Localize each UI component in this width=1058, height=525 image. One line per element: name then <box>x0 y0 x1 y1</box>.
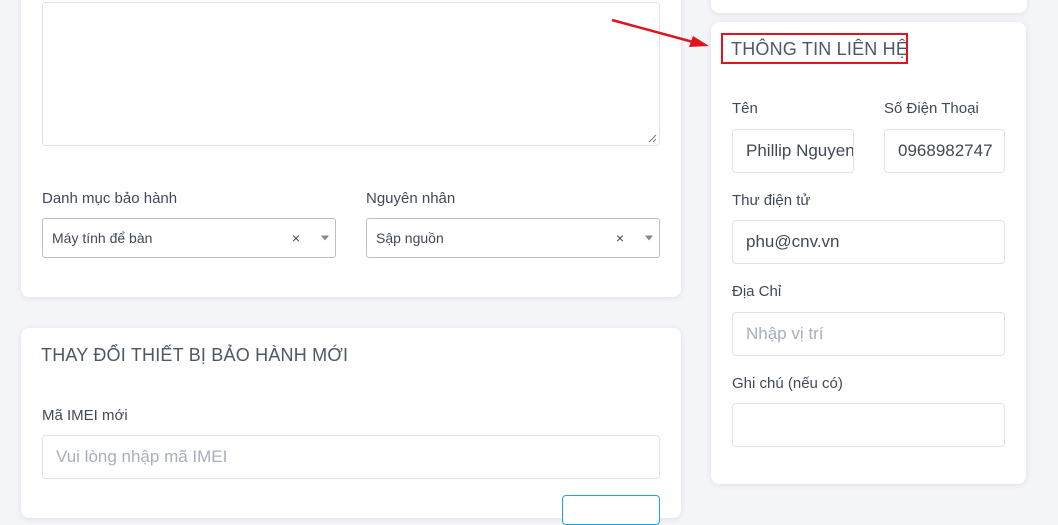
reason-select[interactable]: Sập nguồn × <box>366 218 660 258</box>
category-clear-icon[interactable]: × <box>292 230 300 246</box>
new-device-title: THAY ĐỔI THIẾT BỊ BẢO HÀNH MỚI <box>41 345 349 365</box>
annotation-highlight-box <box>721 33 908 64</box>
reason-value: Sập nguồn <box>376 230 444 246</box>
address-input[interactable]: Nhập vị trí <box>732 312 1005 356</box>
imei-input[interactable]: Vui lòng nhập mã IMEI <box>42 435 660 479</box>
name-label: Tên <box>732 100 758 117</box>
note-input[interactable] <box>732 403 1005 447</box>
submit-button[interactable] <box>562 495 660 525</box>
email-input[interactable]: phu@cnv.vn <box>732 220 1005 264</box>
reason-caret-icon[interactable] <box>645 235 653 241</box>
category-select[interactable]: Máy tính để bàn × <box>42 218 336 258</box>
phone-input[interactable]: 0968982747 <box>884 129 1005 173</box>
phone-label: Số Điện Thoại <box>884 100 979 117</box>
imei-label: Mã IMEI mới <box>42 407 128 424</box>
name-input[interactable]: Phillip Nguyen <box>732 129 854 173</box>
description-textarea[interactable] <box>42 2 660 146</box>
new-device-card: THAY ĐỔI THIẾT BỊ BẢO HÀNH MỚI Mã IMEI m… <box>21 328 681 525</box>
address-label: Địa Chỉ <box>732 283 782 300</box>
category-caret-icon[interactable] <box>321 235 329 241</box>
reason-clear-icon[interactable]: × <box>616 230 624 246</box>
resize-handle-icon[interactable] <box>648 134 657 143</box>
category-label: Danh mục bảo hành <box>42 190 178 207</box>
reason-label: Nguyên nhân <box>366 190 456 207</box>
note-label: Ghi chú (nếu có) <box>732 375 843 392</box>
background-card-top <box>711 0 1027 13</box>
warranty-info-card: Danh mục bảo hành Máy tính để bàn × Nguy… <box>21 0 681 297</box>
category-value: Máy tính để bàn <box>52 230 153 246</box>
contact-info-card: THÔNG TIN LIÊN HỆ Tên Phillip Nguyen Số … <box>711 22 1026 484</box>
email-label: Thư điện tử <box>732 192 811 209</box>
